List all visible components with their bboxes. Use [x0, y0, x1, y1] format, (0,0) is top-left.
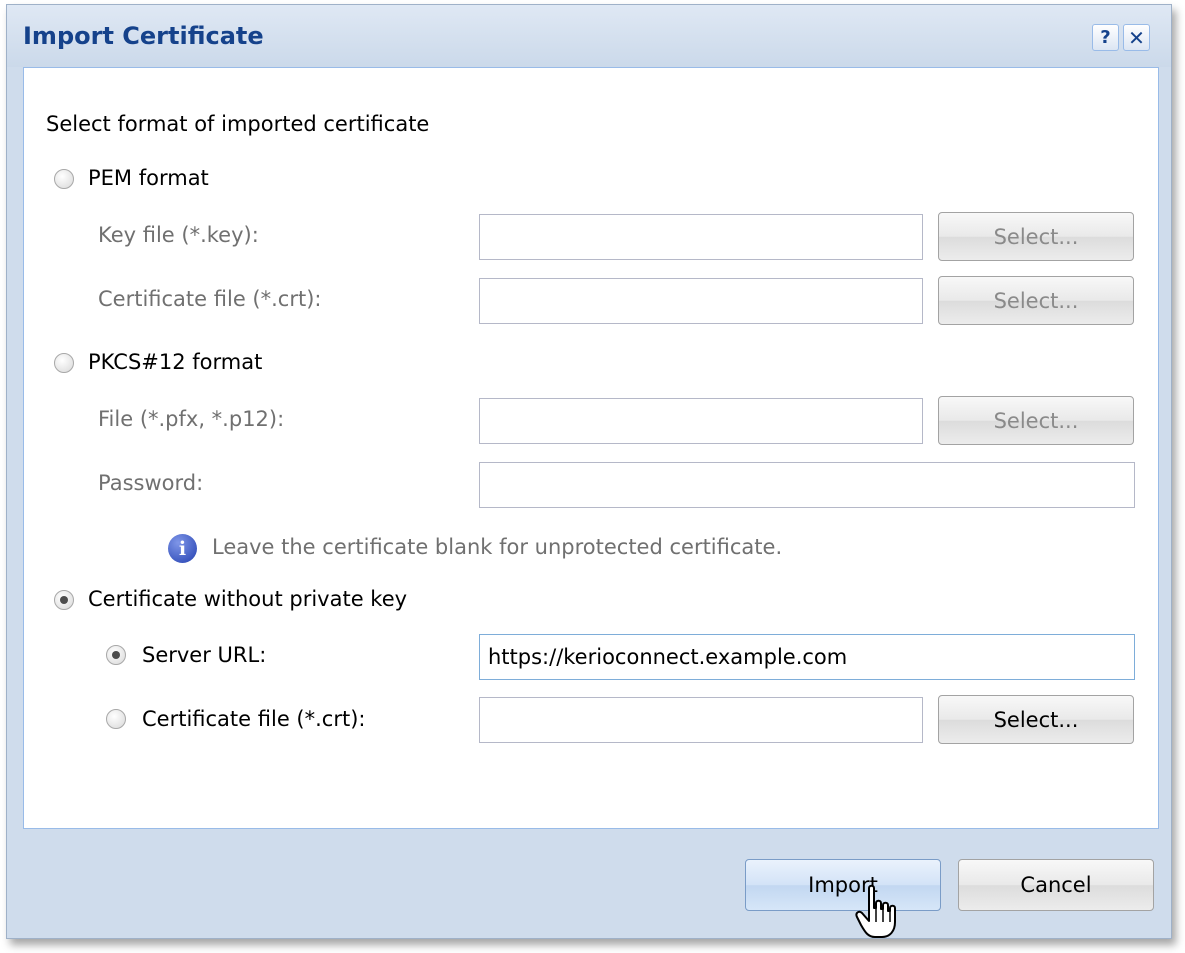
no-private-key-label[interactable]: Certificate without private key	[88, 587, 407, 611]
pem-cert-file-label: Certificate file (*.crt):	[98, 287, 322, 311]
server-url-label[interactable]: Server URL:	[142, 643, 266, 667]
info-icon: i	[168, 534, 197, 563]
pkcs12-format-radio[interactable]	[54, 353, 74, 373]
password-field[interactable]	[479, 462, 1135, 508]
key-file-label: Key file (*.key):	[98, 223, 259, 247]
pfx-file-select-button[interactable]: Select...	[938, 396, 1134, 445]
password-hint-text: Leave the certificate blank for unprotec…	[212, 535, 783, 559]
server-url-input[interactable]	[479, 634, 1135, 680]
close-icon: ✕	[1128, 25, 1145, 50]
pem-format-radio[interactable]	[54, 169, 74, 189]
import-button[interactable]: Import	[745, 859, 941, 911]
dialog-title: Import Certificate	[23, 22, 264, 50]
close-button[interactable]: ✕	[1123, 24, 1150, 51]
pem-format-label[interactable]: PEM format	[88, 166, 209, 190]
server-url-radio[interactable]	[106, 645, 126, 665]
no-private-key-radio[interactable]	[54, 590, 74, 610]
dialog-body: Select format of imported certificate PE…	[23, 67, 1159, 829]
cert-file-select-button[interactable]: Select...	[938, 695, 1134, 744]
format-heading: Select format of imported certificate	[46, 112, 430, 136]
key-file-field[interactable]	[479, 214, 923, 260]
cancel-button[interactable]: Cancel	[958, 859, 1154, 911]
cert-file-label[interactable]: Certificate file (*.crt):	[142, 707, 365, 731]
pem-cert-file-field[interactable]	[479, 278, 923, 324]
dialog-titlebar[interactable]: Import Certificate ? ✕	[7, 5, 1171, 67]
pem-cert-file-select-button[interactable]: Select...	[938, 276, 1134, 325]
pfx-file-label: File (*.pfx, *.p12):	[98, 407, 285, 431]
cert-file-field[interactable]	[479, 697, 923, 743]
help-icon: ?	[1100, 27, 1111, 48]
import-certificate-dialog: Import Certificate ? ✕ Select format of …	[6, 4, 1172, 939]
key-file-select-button[interactable]: Select...	[938, 212, 1134, 261]
pfx-file-field[interactable]	[479, 398, 923, 444]
password-label: Password:	[98, 471, 204, 495]
pkcs12-format-label[interactable]: PKCS#12 format	[88, 350, 262, 374]
cert-file-radio[interactable]	[106, 709, 126, 729]
help-button[interactable]: ?	[1092, 24, 1119, 51]
hand-cursor-icon	[855, 884, 896, 938]
